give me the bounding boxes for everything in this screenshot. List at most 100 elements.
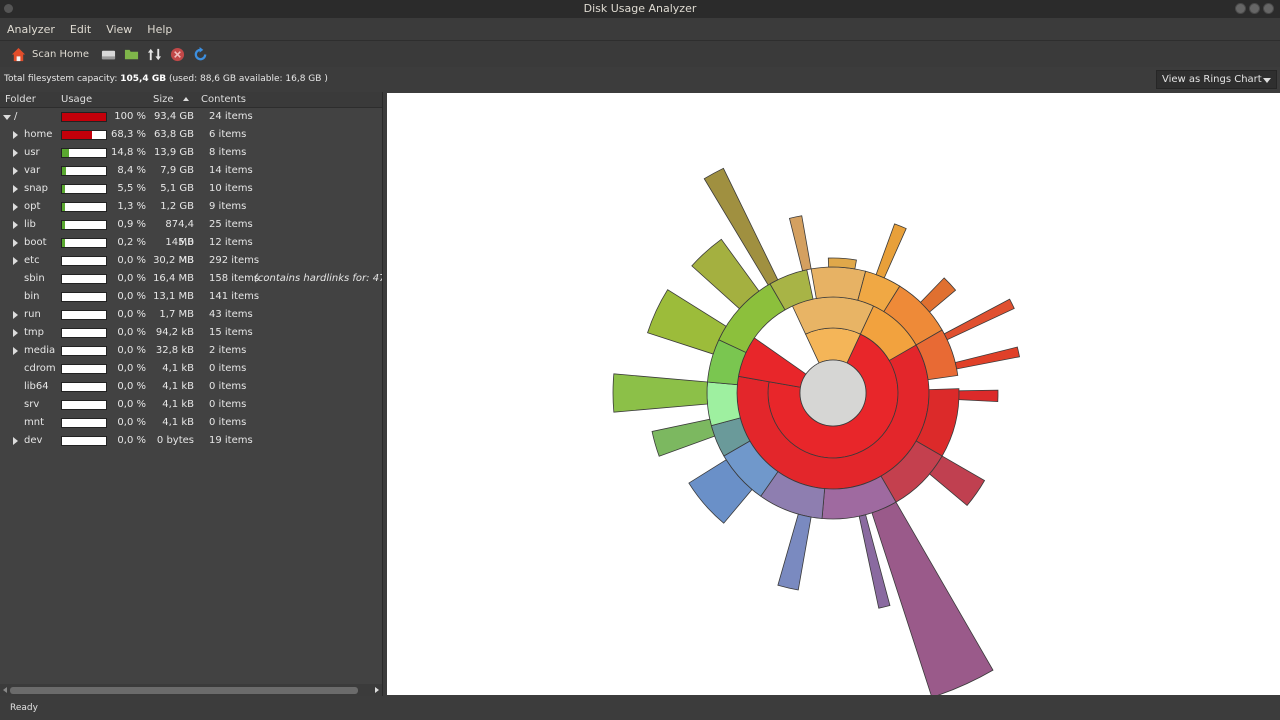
minimize-button[interactable] xyxy=(1235,3,1246,14)
scan-folder-button[interactable] xyxy=(120,42,143,66)
folder-row[interactable]: srv 0,0 % 4,1 kB 0 items xyxy=(0,396,382,414)
capacity-detail: (used: 88,6 GB available: 16,8 GB ) xyxy=(166,74,328,84)
folder-row[interactable]: sbin 0,0 % 16,4 MB 158 items (contains hardl… xyxy=(0,270,382,288)
folder-row[interactable]: lib 0,9 % 874,4 MB 25 items xyxy=(0,216,382,248)
ring-ray-13[interactable] xyxy=(651,418,716,457)
usage-bar-fill xyxy=(62,167,66,175)
folder-row[interactable]: cdrom 0,0 % 4,1 kB 0 items xyxy=(0,360,382,378)
folder-row[interactable]: media 0,0 % 32,8 kB 2 items xyxy=(0,342,382,360)
ring-center[interactable] xyxy=(799,359,867,427)
folder-name: sbin xyxy=(24,273,45,284)
title-bar: Disk Usage Analyzer xyxy=(0,0,1280,18)
ring-ray-11[interactable] xyxy=(777,513,812,591)
folder-tree-panel: Folder Usage Size Contents / 100 % 93,4 GB… xyxy=(0,92,383,696)
folder-row[interactable]: usr 14,8 % 13,9 GB 8 items xyxy=(0,144,382,162)
harddisk-icon xyxy=(101,50,116,59)
rings-chart[interactable] xyxy=(387,93,1280,698)
hardlink-note: (contains hardlinks for: 475,4 k xyxy=(254,273,382,284)
folder-contents: 2 items xyxy=(209,345,247,356)
scan-home-label: Scan Home xyxy=(32,48,90,60)
ring-ray-7[interactable] xyxy=(958,389,999,403)
horizontal-scrollbar[interactable] xyxy=(0,684,382,696)
folder-size: 32,8 kB xyxy=(155,345,194,356)
folder-row[interactable]: tmp 0,0 % 94,2 kB 15 items xyxy=(0,324,382,342)
folder-name: home xyxy=(24,129,53,140)
ring-ray-9[interactable] xyxy=(871,501,994,698)
usage-bar xyxy=(61,292,107,302)
expander-closed-icon[interactable] xyxy=(13,329,18,337)
column-folder[interactable]: Folder xyxy=(5,92,36,108)
expander-closed-icon[interactable] xyxy=(13,347,18,355)
ring-ray-6[interactable] xyxy=(954,346,1020,370)
maximize-button[interactable] xyxy=(1249,3,1260,14)
column-contents[interactable]: Contents xyxy=(201,92,246,108)
window-menu-icon[interactable] xyxy=(4,4,13,13)
folder-row[interactable]: / 100 % 93,4 GB 24 items xyxy=(0,108,382,126)
folder-row[interactable]: home 68,3 % 63,8 GB 6 items xyxy=(0,126,382,144)
ring-ray-8[interactable] xyxy=(928,455,986,507)
usage-percent: 0,2 % xyxy=(117,237,146,248)
folder-contents: 8 items xyxy=(209,147,247,158)
scrollbar-thumb[interactable] xyxy=(10,687,358,694)
folder-size: 4,1 kB xyxy=(162,381,194,392)
ring-ray-1[interactable] xyxy=(788,215,812,272)
folder-row[interactable]: boot 0,2 % 145,0 MB 12 items xyxy=(0,234,382,266)
column-header-row: Folder Usage Size Contents xyxy=(0,92,382,108)
ring-ray-15[interactable] xyxy=(647,289,727,355)
stop-button[interactable] xyxy=(166,42,189,66)
expander-closed-icon[interactable] xyxy=(13,221,18,229)
expander-closed-icon[interactable] xyxy=(13,149,18,157)
scroll-left-icon[interactable] xyxy=(3,687,7,693)
refresh-button[interactable] xyxy=(189,42,212,66)
folder-contents: 12 items xyxy=(209,237,253,248)
close-button[interactable] xyxy=(1263,3,1274,14)
expander-open-icon[interactable] xyxy=(3,115,11,120)
folder-icon xyxy=(124,49,139,59)
folder-row[interactable]: opt 1,3 % 1,2 GB 9 items xyxy=(0,198,382,216)
expander-closed-icon[interactable] xyxy=(13,131,18,139)
folder-row[interactable]: mnt 0,0 % 4,1 kB 0 items xyxy=(0,414,382,432)
ring-segment-lightgreen[interactable] xyxy=(706,381,741,427)
scan-filesystem-button[interactable] xyxy=(97,42,120,66)
folder-contents: 6 items xyxy=(209,129,247,140)
folder-row[interactable]: bin 0,0 % 13,1 MB 141 items xyxy=(0,288,382,306)
folder-row[interactable]: etc 0,0 % 30,2 MB 292 items xyxy=(0,252,382,270)
expander-closed-icon[interactable] xyxy=(13,311,18,319)
folder-row[interactable]: run 0,0 % 1,7 MB 43 items xyxy=(0,306,382,324)
expander-closed-icon[interactable] xyxy=(13,437,18,445)
ring-ray-2[interactable] xyxy=(827,257,857,270)
folder-row[interactable]: snap 5,5 % 5,1 GB 10 items xyxy=(0,180,382,198)
ring-ray-14[interactable] xyxy=(612,373,708,413)
folder-row[interactable]: lib64 0,0 % 4,1 kB 0 items xyxy=(0,378,382,396)
folder-row[interactable]: var 8,4 % 7,9 GB 14 items xyxy=(0,162,382,180)
expander-closed-icon[interactable] xyxy=(13,239,18,247)
ring-segment-usr-outer[interactable] xyxy=(810,266,867,301)
column-usage[interactable]: Usage xyxy=(61,92,92,108)
folder-size: 63,8 GB xyxy=(153,129,194,140)
menu-help[interactable]: Help xyxy=(147,23,172,36)
scan-remote-button[interactable] xyxy=(143,42,166,66)
expander-closed-icon[interactable] xyxy=(13,203,18,211)
menu-edit[interactable]: Edit xyxy=(70,23,91,36)
expander-closed-icon[interactable] xyxy=(13,257,18,265)
ring-ray-4[interactable] xyxy=(919,277,957,313)
usage-percent: 0,0 % xyxy=(117,417,146,428)
folder-contents: 14 items xyxy=(209,165,253,176)
expander-closed-icon[interactable] xyxy=(13,185,18,193)
folder-contents: 10 items xyxy=(209,183,253,194)
folder-row[interactable]: dev 0,0 % 0 bytes 19 items xyxy=(0,432,382,450)
scroll-right-icon[interactable] xyxy=(375,687,379,693)
usage-bar-fill xyxy=(62,185,65,193)
ring-ray-5[interactable] xyxy=(943,298,1015,341)
ring-ray-3[interactable] xyxy=(875,223,907,279)
usage-percent: 0,0 % xyxy=(117,273,146,284)
view-mode-select[interactable]: View as Rings Chart xyxy=(1156,70,1277,89)
expander-closed-icon[interactable] xyxy=(13,167,18,175)
scan-home-button[interactable]: Scan Home xyxy=(7,42,93,66)
usage-bar xyxy=(61,310,107,320)
menu-view[interactable]: View xyxy=(106,23,132,36)
column-size[interactable]: Size xyxy=(153,92,174,108)
folder-size: 13,9 GB xyxy=(153,147,194,158)
rings-chart-panel[interactable] xyxy=(387,93,1280,698)
menu-analyzer[interactable]: Analyzer xyxy=(7,23,55,36)
